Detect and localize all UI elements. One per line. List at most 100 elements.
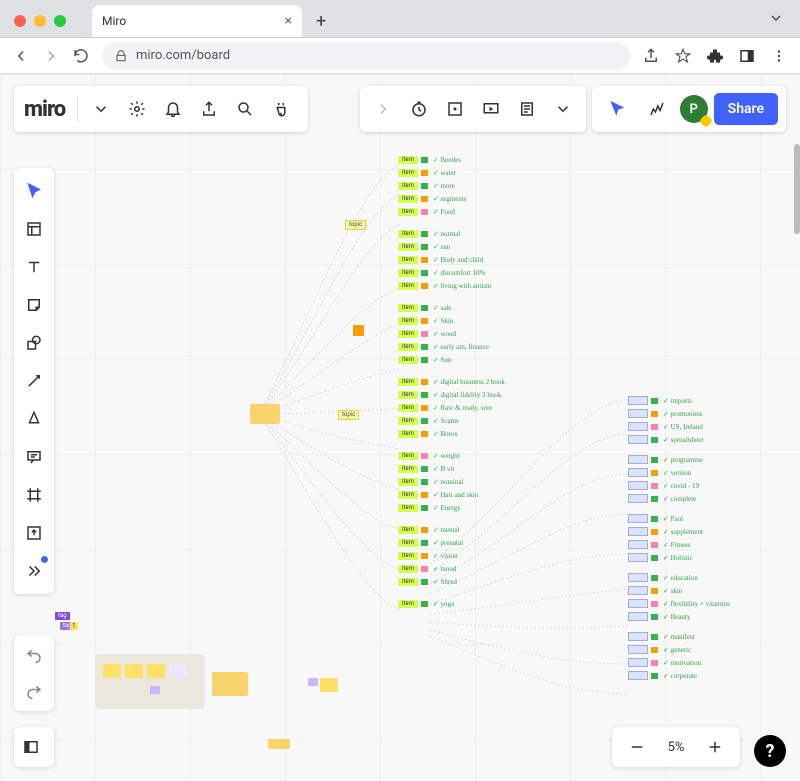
tag-node[interactable]: tag: [55, 612, 70, 620]
sticky[interactable]: [125, 664, 143, 678]
zoom-value[interactable]: 5%: [660, 740, 692, 755]
sticky[interactable]: [308, 678, 318, 686]
settings-icon[interactable]: [120, 92, 154, 126]
mindmap-leaf[interactable]: ✓ flexibility + vitamins: [628, 599, 730, 608]
export-icon[interactable]: [192, 92, 226, 126]
mindmap-leaf[interactable]: ✓ skin: [628, 586, 682, 595]
mindmap-leaf[interactable]: ✓ Holistic: [628, 553, 693, 562]
nav-back-icon[interactable]: [12, 47, 30, 65]
mindmap-leaf[interactable]: item ✓ nominal: [398, 478, 463, 486]
mindmap-leaf[interactable]: ✓ programme: [628, 455, 703, 464]
sticky[interactable]: [169, 664, 187, 678]
zoom-in-button[interactable]: [698, 730, 732, 764]
mindmap-leaf[interactable]: ✓ promotions: [628, 409, 703, 418]
mindmap-leaf[interactable]: item ✓ sale: [398, 304, 451, 312]
miro-canvas[interactable]: miro P Share: [0, 74, 800, 781]
templates-tool[interactable]: [14, 210, 54, 248]
mindmap-leaf[interactable]: item ✓ B vit: [398, 465, 454, 473]
sticky[interactable]: [147, 664, 165, 678]
mindmap-leaf[interactable]: ✓ US, Ireland: [628, 422, 703, 431]
hub-node[interactable]: [250, 404, 280, 424]
mindmap-leaf[interactable]: ✓ Paul: [628, 514, 683, 523]
reactions-icon[interactable]: [640, 92, 674, 126]
mindmap-leaf[interactable]: ✓ manifest: [628, 632, 695, 641]
notifications-icon[interactable]: [156, 92, 190, 126]
upload-tool[interactable]: [14, 514, 54, 552]
mindmap-leaf[interactable]: item ✓ Shred: [398, 578, 457, 586]
tag-node[interactable]: tag: [60, 622, 75, 630]
mindmap-leaf[interactable]: ✓ generic: [628, 645, 691, 654]
share-button[interactable]: Share: [714, 93, 778, 125]
miro-logo[interactable]: miro: [24, 97, 65, 122]
mindmap-leaf[interactable]: item ✓ Food: [398, 208, 455, 216]
mindmap-leaf[interactable]: item ✓ Beetles: [398, 156, 461, 164]
integrations-icon[interactable]: [264, 92, 298, 126]
side-panel-icon[interactable]: [738, 47, 756, 65]
mindmap-leaf[interactable]: item ✓ yoga: [398, 600, 454, 608]
close-window-dot[interactable]: [14, 15, 26, 27]
mindmap-leaf[interactable]: item ✓ vision: [398, 552, 458, 560]
mindmap-leaf[interactable]: item ✓ digital business 2 book: [398, 378, 505, 386]
mindmap-leaf[interactable]: item ✓ mental: [398, 526, 460, 534]
search-icon[interactable]: [228, 92, 262, 126]
mindmap-leaf[interactable]: item ✓ Skin: [398, 317, 453, 325]
presentation-icon[interactable]: [474, 92, 508, 126]
mindmap-leaf[interactable]: item ✓ Hair and skin: [398, 491, 478, 499]
browser-menu-icon[interactable]: [770, 47, 788, 65]
mindmap-leaf[interactable]: item ✓ weight: [398, 452, 460, 460]
sticky[interactable]: [320, 678, 338, 692]
mindmap-leaf[interactable]: ✓ motivation: [628, 658, 701, 667]
text-tool[interactable]: [14, 248, 54, 286]
reload-icon[interactable]: [72, 47, 90, 65]
tab-close-icon[interactable]: ×: [285, 13, 292, 29]
mindmap-leaf[interactable]: item ✓ water: [398, 169, 456, 177]
mindmap-leaf[interactable]: item ✓ Botox: [398, 430, 458, 438]
mindmap-leaf[interactable]: item ✓ normal: [398, 230, 460, 238]
browser-tab[interactable]: Miro ×: [92, 5, 302, 37]
mindmap-leaf[interactable]: item ✓ more: [398, 182, 455, 190]
mindmap-leaf[interactable]: item ✓ living with autism: [398, 282, 491, 290]
mindmap-leaf[interactable]: item ✓ wood: [398, 330, 456, 338]
comment-tool[interactable]: [14, 438, 54, 476]
zoom-out-button[interactable]: [620, 730, 654, 764]
note-icon[interactable]: [510, 92, 544, 126]
mindmap-leaf[interactable]: ✓ education: [628, 573, 698, 582]
star-icon[interactable]: [674, 47, 692, 65]
mindmap-leaf[interactable]: item ✓ segments: [398, 195, 467, 203]
minimize-window-dot[interactable]: [34, 15, 46, 27]
hide-panel-chevron[interactable]: [366, 92, 400, 126]
sub-hub[interactable]: topic: [345, 220, 366, 230]
mindmap-leaf[interactable]: item ✓ Body and child: [398, 256, 483, 264]
mindmap-leaf[interactable]: item ✓ sun: [398, 243, 450, 251]
sticky[interactable]: [268, 739, 290, 749]
mindmap-leaf[interactable]: ✓ imports: [628, 396, 692, 405]
voting-icon[interactable]: [438, 92, 472, 126]
shape-tool[interactable]: [14, 324, 54, 362]
pen-tool[interactable]: [14, 400, 54, 438]
mindmap-leaf[interactable]: item ✓ Scams: [398, 417, 459, 425]
sub-hub[interactable]: topic: [338, 410, 359, 420]
help-button[interactable]: ?: [754, 735, 786, 767]
mindmap-leaf[interactable]: item ✓ prenatal: [398, 539, 463, 547]
mindmap-leaf[interactable]: item ✓ Raw & ready, sore: [398, 404, 493, 412]
mindmap-leaf[interactable]: ✓ corporate: [628, 671, 697, 680]
sticky[interactable]: [103, 664, 121, 678]
mindmap-leaf[interactable]: ✓ Beauty: [628, 612, 690, 621]
extensions-icon[interactable]: [706, 47, 724, 65]
orange-node[interactable]: [353, 325, 364, 336]
maximize-window-dot[interactable]: [54, 15, 66, 27]
mindmap-leaf[interactable]: item ✓ Energy: [398, 504, 461, 512]
frame-card[interactable]: [95, 654, 205, 709]
user-avatar[interactable]: P: [680, 95, 708, 123]
mindmap-leaf[interactable]: ✓ Fitness: [628, 540, 690, 549]
address-bar[interactable]: miro.com/board: [102, 42, 630, 70]
more-modes-chevron[interactable]: [546, 92, 580, 126]
sticky[interactable]: [150, 686, 160, 694]
mindmap-leaf[interactable]: ✓ version: [628, 468, 691, 477]
sticky-orange[interactable]: [212, 672, 248, 696]
minimap-toggle[interactable]: [14, 727, 54, 767]
mindmap-leaf[interactable]: ✓ supplement: [628, 527, 703, 536]
tab-overflow-chevron[interactable]: [760, 0, 792, 37]
mindmap-leaf[interactable]: ✓ covid - 19: [628, 481, 699, 490]
redo-button[interactable]: [14, 673, 54, 709]
